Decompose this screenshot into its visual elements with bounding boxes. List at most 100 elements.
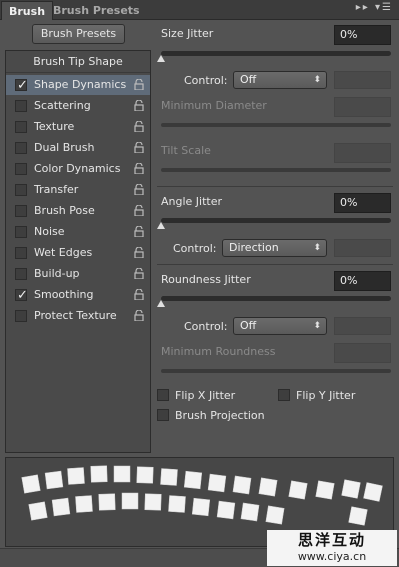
roundness-jitter-input[interactable]: 0% xyxy=(334,271,391,291)
option-transfer[interactable]: Transfer xyxy=(6,180,150,200)
brush-projection-checkbox[interactable] xyxy=(157,409,169,421)
roundness-control-dropdown[interactable]: Off ⬍ xyxy=(233,317,327,335)
size-jitter-label: Size Jitter xyxy=(161,27,214,40)
option-label: Brush Pose xyxy=(34,204,95,217)
option-label: Transfer xyxy=(34,183,79,196)
size-jitter-input[interactable]: 0% xyxy=(334,25,391,45)
brush-projection-label: Brush Projection xyxy=(175,409,265,422)
dropdown-value: Off xyxy=(240,319,257,332)
lock-icon[interactable] xyxy=(134,184,144,195)
brush-options-list: Brush Tip Shape ✓ Shape Dynamics Scatter… xyxy=(5,50,151,453)
checkbox[interactable] xyxy=(15,310,27,322)
checkbox[interactable] xyxy=(15,121,27,133)
panel-tab-bar: Brush Brush Presets ▸▸ ▾☰ xyxy=(0,0,399,20)
lock-icon[interactable] xyxy=(134,205,144,216)
size-control-fade-input xyxy=(334,71,391,89)
dropdown-value: Off xyxy=(240,73,257,86)
watermark-title: 思洋互动 xyxy=(297,531,366,549)
updown-arrow-icon: ⬍ xyxy=(313,243,321,253)
checkbox[interactable] xyxy=(15,268,27,280)
minimum-roundness-label: Minimum Roundness xyxy=(161,345,276,358)
option-texture[interactable]: Texture xyxy=(6,117,150,137)
minimum-diameter-label: Minimum Diameter xyxy=(161,99,267,112)
minimum-roundness-slider xyxy=(161,369,391,373)
checkbox[interactable]: ✓ xyxy=(15,78,28,93)
divider xyxy=(157,186,393,187)
lock-icon[interactable] xyxy=(134,268,144,279)
tilt-scale-input xyxy=(334,143,391,163)
option-build-up[interactable]: Build-up xyxy=(6,264,150,284)
roundness-jitter-slider[interactable] xyxy=(161,296,391,301)
lock-icon[interactable] xyxy=(134,310,144,321)
option-label: Shape Dynamics xyxy=(34,78,127,91)
checkbox[interactable] xyxy=(15,247,27,259)
updown-arrow-icon: ⬍ xyxy=(313,321,321,331)
tilt-scale-slider xyxy=(161,168,391,172)
option-label: Build-up xyxy=(34,267,80,280)
option-color-dynamics[interactable]: Color Dynamics xyxy=(6,159,150,179)
option-label: Texture xyxy=(34,120,75,133)
option-label: Noise xyxy=(34,225,65,238)
flip-y-jitter-checkbox[interactable] xyxy=(278,389,290,401)
option-noise[interactable]: Noise xyxy=(6,222,150,242)
tilt-scale-label: Tilt Scale xyxy=(161,144,211,157)
lock-icon[interactable] xyxy=(134,100,144,111)
watermark-url: www.ciya.cn xyxy=(297,550,367,563)
checkbox[interactable] xyxy=(15,142,27,154)
dropdown-value: Direction xyxy=(229,241,279,254)
flip-y-jitter-label: Flip Y Jitter xyxy=(296,389,356,402)
checkbox[interactable] xyxy=(15,184,27,196)
angle-jitter-label: Angle Jitter xyxy=(161,195,223,208)
roundness-control-label: Control: xyxy=(184,320,228,333)
panel-menu-icon[interactable]: ▾☰ xyxy=(375,2,393,13)
size-control-dropdown[interactable]: Off ⬍ xyxy=(233,71,327,89)
option-label: Dual Brush xyxy=(34,141,95,154)
lock-icon[interactable] xyxy=(134,289,144,300)
minimum-roundness-input xyxy=(334,343,391,363)
roundness-jitter-thumb[interactable] xyxy=(157,300,165,307)
angle-jitter-slider[interactable] xyxy=(161,218,391,223)
collapse-icon[interactable]: ▸▸ xyxy=(356,2,370,13)
checkbox[interactable]: ✓ xyxy=(15,288,28,303)
option-protect-texture[interactable]: Protect Texture xyxy=(6,306,150,326)
flip-x-jitter-checkbox[interactable] xyxy=(157,389,169,401)
option-label: Scattering xyxy=(34,99,91,112)
roundness-control-fade-input xyxy=(334,317,391,335)
option-label: Color Dynamics xyxy=(34,162,121,175)
brush-tip-shape-item[interactable]: Brush Tip Shape xyxy=(6,51,150,73)
checkbox[interactable] xyxy=(15,163,27,175)
option-smoothing[interactable]: ✓ Smoothing xyxy=(6,285,150,305)
divider xyxy=(157,264,393,265)
minimum-diameter-input xyxy=(334,97,391,117)
option-label: Smoothing xyxy=(34,288,94,301)
minimum-diameter-slider xyxy=(161,123,391,127)
size-control-label: Control: xyxy=(184,74,228,87)
angle-control-dropdown[interactable]: Direction ⬍ xyxy=(222,239,327,257)
angle-jitter-thumb[interactable] xyxy=(157,222,165,229)
lock-icon[interactable] xyxy=(134,247,144,258)
option-label: Protect Texture xyxy=(34,309,117,322)
option-shape-dynamics[interactable]: ✓ Shape Dynamics xyxy=(6,75,150,95)
option-label: Wet Edges xyxy=(34,246,93,259)
lock-icon[interactable] xyxy=(134,79,144,90)
size-jitter-thumb[interactable] xyxy=(157,55,165,62)
lock-icon[interactable] xyxy=(134,121,144,132)
lock-icon[interactable] xyxy=(134,163,144,174)
angle-jitter-input[interactable]: 0% xyxy=(334,193,391,213)
tab-brush-presets[interactable]: Brush Presets xyxy=(46,1,147,20)
site-watermark: 思洋互动 www.ciya.cn xyxy=(267,530,397,566)
checkbox[interactable] xyxy=(15,205,27,217)
option-dual-brush[interactable]: Dual Brush xyxy=(6,138,150,158)
panel-controls: ▸▸ ▾☰ xyxy=(356,2,393,13)
checkmark-icon: ✓ xyxy=(17,288,28,303)
size-jitter-slider[interactable] xyxy=(161,51,391,56)
option-scattering[interactable]: Scattering xyxy=(6,96,150,116)
option-wet-edges[interactable]: Wet Edges xyxy=(6,243,150,263)
brush-presets-button[interactable]: Brush Presets xyxy=(32,24,125,44)
roundness-jitter-label: Roundness Jitter xyxy=(161,273,251,286)
checkbox[interactable] xyxy=(15,226,27,238)
checkbox[interactable] xyxy=(15,100,27,112)
lock-icon[interactable] xyxy=(134,142,144,153)
option-brush-pose[interactable]: Brush Pose xyxy=(6,201,150,221)
lock-icon[interactable] xyxy=(134,226,144,237)
